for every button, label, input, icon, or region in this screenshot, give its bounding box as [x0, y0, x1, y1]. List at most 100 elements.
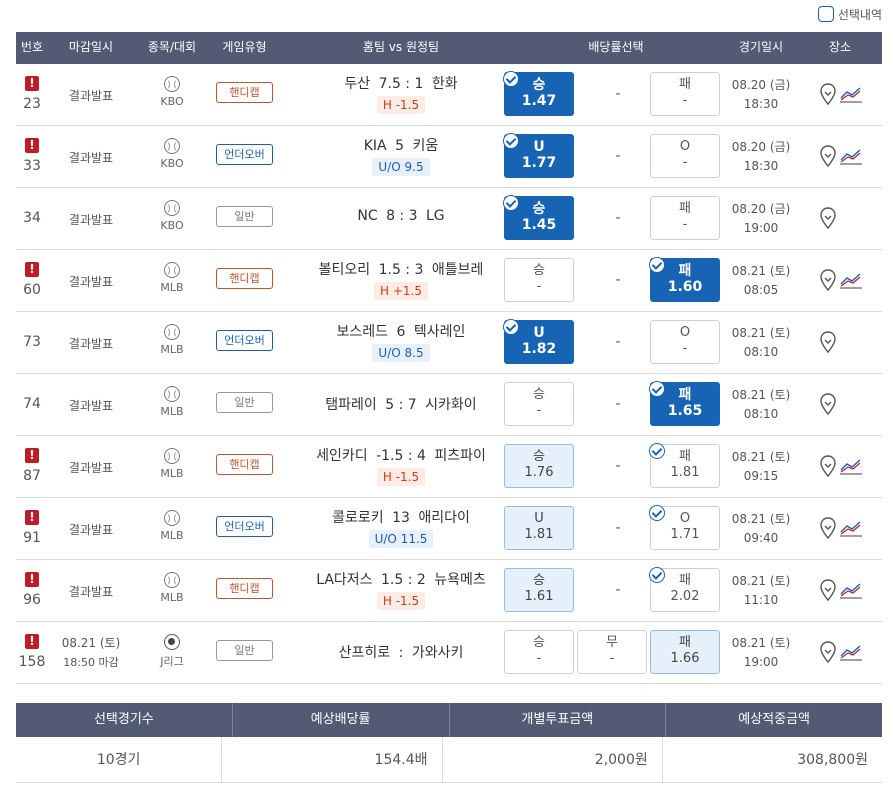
map-pin-icon[interactable] — [820, 579, 836, 601]
odds-option[interactable]: 승 1.45 — [503, 195, 574, 240]
odds-option[interactable]: 패- — [650, 72, 720, 116]
check-circle-icon — [503, 133, 519, 149]
match-score: 5 : 7 — [385, 397, 417, 413]
chart-icon[interactable] — [840, 147, 862, 165]
odds-draw-empty: - — [615, 458, 621, 474]
map-pin-icon[interactable] — [820, 393, 836, 415]
match-number: 60 — [23, 282, 41, 298]
odds-value: 1.81 — [670, 465, 700, 480]
map-pin-icon[interactable] — [820, 641, 836, 663]
home-team: 보스레드 — [336, 324, 389, 340]
game-time: 18:30 — [743, 159, 779, 173]
odds-draw-empty: - — [615, 334, 621, 350]
odds-option[interactable]: 패 1.81 — [649, 443, 720, 488]
summary-header-odds: 예상배당률 — [233, 703, 450, 737]
odds-value: 1.77 — [521, 155, 557, 171]
match-score: : — [398, 645, 404, 661]
map-pin-icon[interactable] — [820, 331, 836, 353]
odds-option[interactable]: O- — [650, 320, 720, 364]
odds-label: 승 — [533, 449, 545, 464]
game-date: 08.20 (금) — [731, 140, 791, 154]
match-teams: 볼티오리 1.5 : 3 애틀브레 H +1.5 — [276, 259, 526, 300]
league-label: KBO — [160, 219, 184, 232]
odds-option[interactable]: 패 1.66 — [650, 630, 720, 674]
chart-icon[interactable] — [840, 519, 862, 537]
selection-toggle[interactable]: 선택내역 — [817, 4, 882, 24]
odds-label: 패 — [679, 201, 691, 216]
odds-draw-empty: - — [615, 148, 621, 164]
odds-option[interactable]: 승- — [504, 382, 574, 426]
check-circle-icon — [503, 71, 519, 87]
league-label: J리그 — [160, 655, 184, 668]
odds-option[interactable]: U 1.82 — [503, 319, 574, 364]
map-pin-icon[interactable] — [820, 269, 836, 291]
map-pin-icon[interactable] — [820, 145, 836, 167]
summary-header-count: 선택경기수 — [16, 703, 233, 737]
table-row: 34 결과발표 KBO 일반 NC 8 : 3 LG 승 1.45- 패 -08.20 (금) 1… — [16, 188, 882, 250]
odds-value: - — [536, 279, 542, 294]
odds-option[interactable]: 무- — [577, 630, 647, 674]
odds-label: 승 — [533, 635, 545, 650]
odds-option[interactable]: 승 1.47 — [503, 71, 574, 116]
chart-icon[interactable] — [840, 457, 862, 475]
odds-option[interactable]: 승- — [504, 258, 574, 302]
game-date: 08.21 (토) — [731, 450, 791, 464]
odds-label: 승 — [533, 263, 545, 278]
odds-option[interactable]: 승- — [504, 630, 574, 674]
away-team: 애틀브레 — [431, 262, 484, 278]
league-label: MLB — [160, 591, 184, 604]
odds-option[interactable]: 패 1.65 — [649, 381, 720, 426]
odds-option[interactable]: 승 1.76 — [504, 444, 574, 488]
game-date: 08.21 (토) — [731, 636, 791, 650]
odds-option[interactable]: O- — [650, 134, 720, 178]
check-circle-icon — [649, 505, 665, 521]
away-team: 텍사레인 — [413, 324, 466, 340]
match-score: 1.5 : 2 — [381, 572, 426, 588]
game-type-badge: 일반 — [216, 206, 273, 227]
col-teams: 홈팀 vs 원정팀 — [362, 40, 440, 54]
odds-value: 1.81 — [524, 527, 554, 542]
game-date: 08.21 (토) — [731, 264, 791, 278]
game-date: 08.20 (금) — [731, 202, 791, 216]
col-type: 게임유형 — [222, 40, 267, 54]
away-team: 키움 — [412, 138, 439, 154]
chart-icon[interactable] — [840, 581, 862, 599]
odds-draw-empty: - — [615, 210, 621, 226]
map-pin-icon[interactable] — [820, 207, 836, 229]
odds-option[interactable]: U 1.81 — [504, 506, 574, 550]
home-team: LA다저스 — [316, 572, 373, 588]
map-pin-icon[interactable] — [820, 83, 836, 105]
odds-value: 1.61 — [524, 589, 554, 604]
baseball-icon — [164, 572, 180, 588]
deadline-status: 결과발표 — [68, 461, 114, 475]
deadline-date: 08.21 (토) — [61, 636, 121, 650]
odds-option[interactable]: 승 1.61 — [504, 568, 574, 612]
game-type-badge: 일반 — [216, 392, 273, 413]
game-time: 09:15 — [743, 469, 779, 483]
game-date: 08.21 (토) — [731, 574, 791, 588]
odds-value: 1.82 — [521, 341, 557, 357]
odds-option[interactable]: 패- — [650, 196, 720, 240]
match-teams: 콜로로키 13 애리다이 U/O 11.5 — [276, 507, 526, 548]
map-pin-icon[interactable] — [820, 455, 836, 477]
chart-icon[interactable] — [840, 85, 862, 103]
summary-header-payout: 예상적중금액 — [738, 712, 810, 727]
odds-label: O — [679, 325, 691, 340]
chart-icon[interactable] — [840, 643, 862, 661]
chart-icon[interactable] — [840, 271, 862, 289]
exclamation-icon: ! — [25, 448, 39, 463]
map-pin-icon[interactable] — [820, 517, 836, 539]
checkbox-icon[interactable] — [817, 6, 834, 22]
odds-option[interactable]: 패 1.60 — [649, 257, 720, 302]
odds-option[interactable]: U 1.77 — [503, 133, 574, 178]
odds-option[interactable]: O 1.71 — [649, 505, 720, 550]
table-row: ! 33 결과발표 KBO 언더오버 KIA 5 키움 U/O 9.5 U 1.77- O -08.… — [16, 126, 882, 188]
game-date: 08.21 (토) — [731, 388, 791, 402]
odds-value: 1.71 — [670, 527, 700, 542]
match-teams: 세인카디 -1.5 : 4 피츠파이 H -1.5 — [276, 445, 526, 486]
home-team: KIA — [363, 138, 387, 154]
odds-value: - — [682, 341, 688, 356]
deadline-status: 결과발표 — [68, 89, 114, 103]
odds-option[interactable]: 패 2.02 — [649, 567, 720, 612]
match-score: 13 — [392, 510, 410, 526]
